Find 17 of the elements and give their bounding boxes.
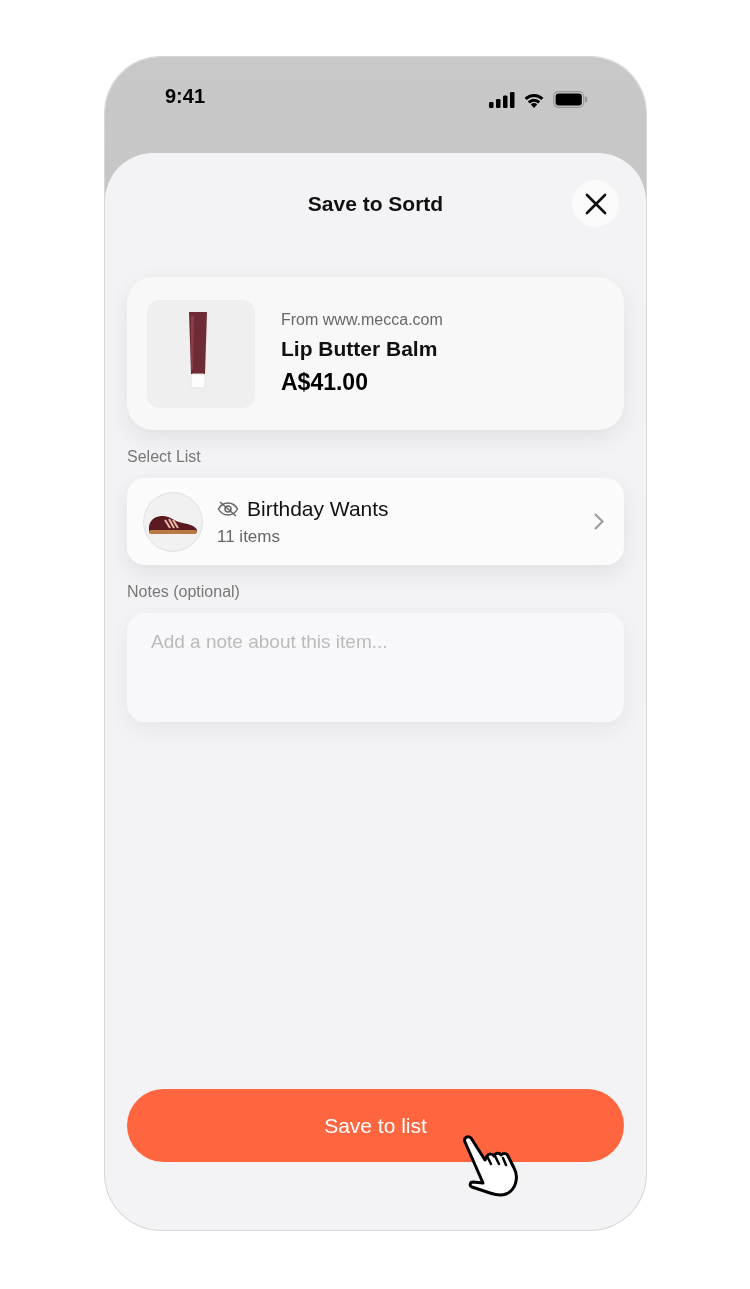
product-source: From www.mecca.com bbox=[281, 311, 443, 329]
section-label: Select List bbox=[127, 448, 202, 466]
signal-icon bbox=[489, 91, 515, 108]
product-name: Lip Butter Balm bbox=[281, 337, 439, 361]
list-name: Birthday Wants bbox=[247, 496, 389, 521]
wifi-icon bbox=[523, 91, 545, 108]
close-icon bbox=[584, 192, 607, 215]
section-label: Notes (optional) bbox=[127, 583, 241, 601]
product-price: A$41.00 bbox=[281, 369, 369, 396]
list-selector[interactable]: Birthday Wants 11 items bbox=[127, 478, 624, 565]
battery-icon bbox=[553, 91, 588, 108]
status-time: 9:41 bbox=[165, 85, 206, 108]
close-button[interactable] bbox=[572, 180, 619, 227]
item-count: 11 items bbox=[217, 526, 281, 547]
notes-field[interactable]: Add a note about this item... bbox=[127, 613, 624, 722]
chevron-right-icon bbox=[594, 513, 604, 530]
sheet-title: Save to Sortd bbox=[307, 192, 444, 216]
